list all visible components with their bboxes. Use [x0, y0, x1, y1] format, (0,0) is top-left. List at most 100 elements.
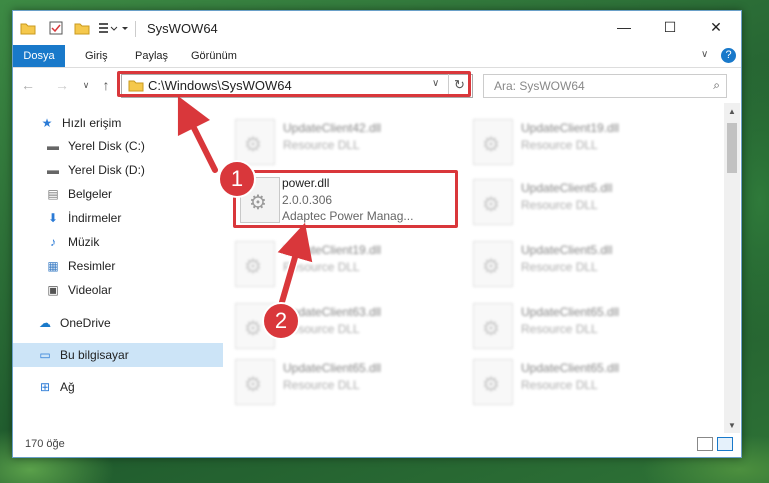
search-icon: ⌕ [713, 78, 720, 92]
vertical-scrollbar[interactable]: ▲ ▼ [724, 103, 740, 433]
sidebar-item-label: Ağ [60, 380, 75, 394]
address-highlight-box [117, 71, 471, 97]
tab-home[interactable]: Giriş [77, 45, 116, 67]
list-item[interactable]: UpdateClient65.dll Resource DLL [473, 299, 703, 355]
folder-icon [19, 19, 37, 37]
sidebar-item-label: Videolar [68, 283, 112, 297]
file-name: UpdateClient65.dll [521, 305, 620, 319]
tab-share[interactable]: Paylaş [127, 45, 176, 67]
file-description: Resource DLL [521, 322, 598, 336]
sidebar-item-label: Belgeler [68, 187, 113, 201]
dll-file-icon [473, 303, 513, 349]
customize-toolbar-icon[interactable] [97, 19, 119, 37]
file-name: power.dll [282, 176, 330, 190]
sidebar-item-onedrive[interactable]: ☁ OneDrive [13, 311, 233, 335]
file-version: 2.0.0.306 [282, 193, 333, 207]
item-count: 170 öğe [25, 438, 65, 450]
sidebar-item-pictures[interactable]: ▦ Resimler 📌 [13, 254, 241, 278]
large-icons-view-icon[interactable] [717, 437, 733, 451]
file-description: Resource DLL [521, 198, 598, 212]
sidebar-item-network[interactable]: ⊞ Ağ [13, 375, 233, 399]
documents-icon: ▤ [47, 187, 59, 201]
sidebar-item-label: Yerel Disk (D:) [68, 163, 145, 177]
list-item[interactable]: UpdateClient5.dll Resource DLL [473, 175, 703, 231]
file-list: UpdateClient42.dll Resource DLL UpdateCl… [223, 103, 723, 433]
sidebar-item-downloads[interactable]: ⬇ İndirmeler 📌 [13, 206, 241, 230]
sidebar-item-this-pc[interactable]: ▭ Bu bilgisayar [13, 343, 233, 367]
file-description: Adaptec Power Manag... [282, 209, 414, 223]
close-button[interactable]: ✕ [693, 11, 739, 43]
file-name: UpdateClient5.dll [521, 243, 613, 257]
sidebar-item-label: Yerel Disk (C:) [68, 139, 145, 153]
network-icon: ⊞ [39, 380, 51, 394]
sidebar-item-label: OneDrive [60, 316, 111, 330]
list-item[interactable]: UpdateClient5.dll Resource DLL [473, 237, 703, 293]
file-name: UpdateClient65.dll [283, 361, 382, 375]
dll-file-icon [473, 241, 513, 287]
sidebar-item-documents[interactable]: ▤ Belgeler 📌 [13, 182, 241, 206]
music-icon: ♪ [50, 235, 56, 249]
ribbon-tabs: Dosya Giriş Paylaş Görünüm ∨ ? [13, 45, 741, 68]
scrollbar-thumb[interactable] [727, 123, 737, 173]
title-separator [135, 21, 136, 37]
sidebar-item-label: Resimler [68, 259, 116, 273]
download-icon: ⬇ [47, 211, 59, 225]
status-bar: 170 öğe [13, 433, 741, 457]
list-item[interactable]: UpdateClient65.dll Resource DLL [473, 355, 703, 411]
file-description: Resource DLL [283, 138, 360, 152]
file-description: Resource DLL [521, 260, 598, 274]
file-description: Resource DLL [521, 138, 598, 152]
new-folder-icon[interactable] [73, 19, 91, 37]
chevron-down-icon[interactable]: ∨ [701, 49, 708, 60]
sidebar-item-music[interactable]: ♪ Müzik 📌 [13, 230, 241, 254]
scroll-down-icon[interactable]: ▼ [724, 417, 740, 433]
star-icon: ★ [41, 116, 53, 130]
minimize-button[interactable]: — [601, 11, 647, 43]
sidebar-item-videos[interactable]: ▣ Videolar 📌 [13, 278, 241, 302]
file-description: Resource DLL [283, 260, 360, 274]
list-item[interactable]: UpdateClient65.dll Resource DLL [235, 355, 465, 411]
computer-icon: ▭ [39, 348, 51, 362]
file-description: Resource DLL [283, 378, 360, 392]
highlighted-file-tile[interactable]: power.dll 2.0.0.306 Adaptec Power Manag.… [233, 170, 458, 228]
up-arrow-icon[interactable]: ↑ [97, 76, 115, 94]
list-item[interactable]: UpdateClient19.dll Resource DLL [473, 115, 703, 171]
tab-view[interactable]: Görünüm [183, 45, 245, 67]
cloud-icon: ☁ [39, 316, 51, 330]
file-description: Resource DLL [521, 378, 598, 392]
recent-locations-icon[interactable]: ∨ [77, 76, 95, 94]
list-item[interactable]: UpdateClient19.dll Resource DLL [235, 237, 465, 293]
dll-file-icon [235, 119, 275, 165]
properties-icon[interactable] [47, 19, 65, 37]
sidebar-item-label: İndirmeler [68, 211, 122, 225]
dll-file-icon [235, 359, 275, 405]
details-view-icon[interactable] [697, 437, 713, 451]
file-name: UpdateClient65.dll [521, 361, 620, 375]
sidebar-item-label: Hızlı erişim [62, 116, 122, 130]
sidebar-item-drive-c[interactable]: ▬ Yerel Disk (C:) 📌 [13, 134, 241, 158]
step-1-badge: 1 [218, 160, 256, 198]
file-name: UpdateClient19.dll [283, 243, 382, 257]
search-placeholder: Ara: SysWOW64 [494, 79, 585, 93]
maximize-button[interactable]: ☐ [647, 11, 693, 43]
sidebar-item-label: Bu bilgisayar [60, 348, 129, 362]
videos-icon: ▣ [47, 283, 59, 297]
dll-file-icon [473, 359, 513, 405]
tab-file[interactable]: Dosya [13, 45, 65, 67]
step-2-badge: 2 [262, 302, 300, 340]
file-name: UpdateClient42.dll [283, 121, 382, 135]
title-bar: SysWOW64 — ☐ ✕ [13, 11, 741, 45]
list-item[interactable]: UpdateClient42.dll Resource DLL [235, 115, 465, 171]
window-title: SysWOW64 [147, 21, 218, 36]
forward-arrow-icon[interactable]: → [53, 76, 71, 94]
scroll-up-icon[interactable]: ▲ [724, 103, 740, 119]
pictures-icon: ▦ [47, 259, 59, 273]
chevron-down-icon[interactable] [119, 19, 131, 37]
help-icon[interactable]: ? [721, 48, 736, 63]
file-name: UpdateClient19.dll [521, 121, 620, 135]
sidebar-item-quick-access[interactable]: ★ Hızlı erişim [13, 111, 235, 135]
back-arrow-icon[interactable]: ← [19, 76, 37, 94]
sidebar-item-drive-d[interactable]: ▬ Yerel Disk (D:) 📌 [13, 158, 241, 182]
search-input[interactable]: Ara: SysWOW64 ⌕ [483, 74, 727, 98]
file-name: UpdateClient5.dll [521, 181, 613, 195]
